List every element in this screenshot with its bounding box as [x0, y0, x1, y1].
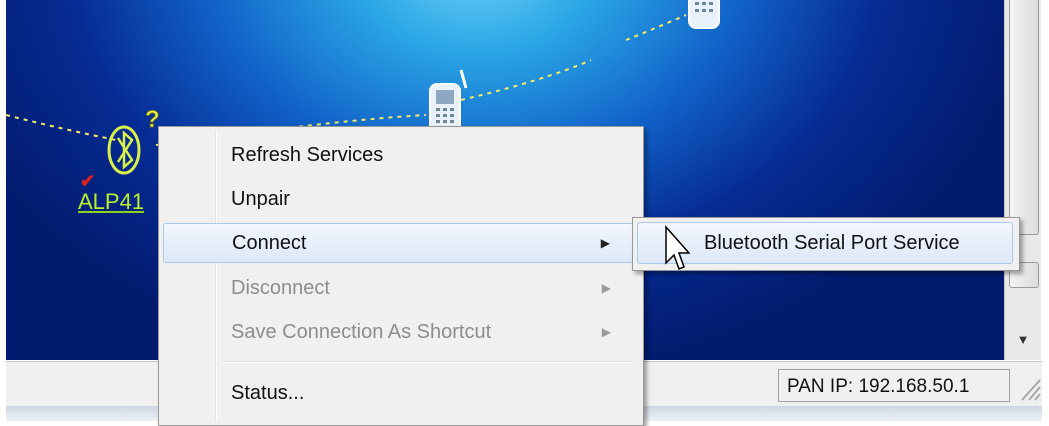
link-line [6, 114, 117, 141]
menu-item-label: Refresh Services [231, 144, 384, 166]
mouse-pointer-icon [665, 225, 690, 270]
menu-item-save-connection-as-shortcut: Save Connection As Shortcut ▶ [163, 312, 637, 352]
menu-item-refresh-services[interactable]: Refresh Services [163, 135, 637, 175]
menu-item-disconnect: Disconnect ▶ [163, 268, 637, 308]
menu-item-unpair[interactable]: Unpair [163, 179, 637, 219]
menu-item-label: Save Connection As Shortcut [231, 321, 492, 343]
mobile-phone-icon[interactable] [429, 69, 468, 135]
scroll-down-arrow-icon[interactable]: ▼ [1009, 322, 1037, 356]
link-line [625, 14, 687, 41]
menu-item-connect[interactable]: Connect ▶ [163, 223, 637, 263]
bluetooth-icon[interactable] [107, 125, 141, 175]
connect-submenu: Bluetooth Serial Port Service [632, 217, 1020, 271]
submenu-arrow-icon: ▶ [601, 281, 611, 295]
pan-ip-status: PAN IP: 192.168.50.1 [778, 369, 1010, 402]
menu-item-label: Unpair [231, 188, 290, 210]
device-label[interactable]: ALP41 [78, 189, 144, 215]
menu-item-label: Connect [232, 232, 307, 254]
vertical-scrollbar[interactable]: ▼ [1004, 0, 1041, 360]
menu-separator [221, 361, 633, 363]
context-menu: Refresh Services Unpair Connect ▶ Discon… [158, 126, 644, 426]
submenu-arrow-icon: ▶ [601, 325, 611, 339]
mobile-phone-icon[interactable] [688, 0, 720, 29]
submenu-item-label: Bluetooth Serial Port Service [704, 232, 960, 254]
app-window: ? ✔ ALP41 ▼ PAN IP: 192.168.50.1 Refresh… [0, 0, 1049, 426]
link-line [460, 59, 592, 101]
submenu-item-bluetooth-serial-port-service[interactable]: Bluetooth Serial Port Service [637, 222, 1013, 264]
menu-item-label: Status... [231, 382, 305, 404]
submenu-arrow-icon: ▶ [600, 236, 610, 250]
menu-item-status[interactable]: Status... [163, 373, 637, 413]
scrollbar-thumb[interactable] [1009, 0, 1039, 235]
menu-item-label: Disconnect [231, 277, 330, 299]
resize-grip-icon[interactable] [1016, 374, 1042, 402]
